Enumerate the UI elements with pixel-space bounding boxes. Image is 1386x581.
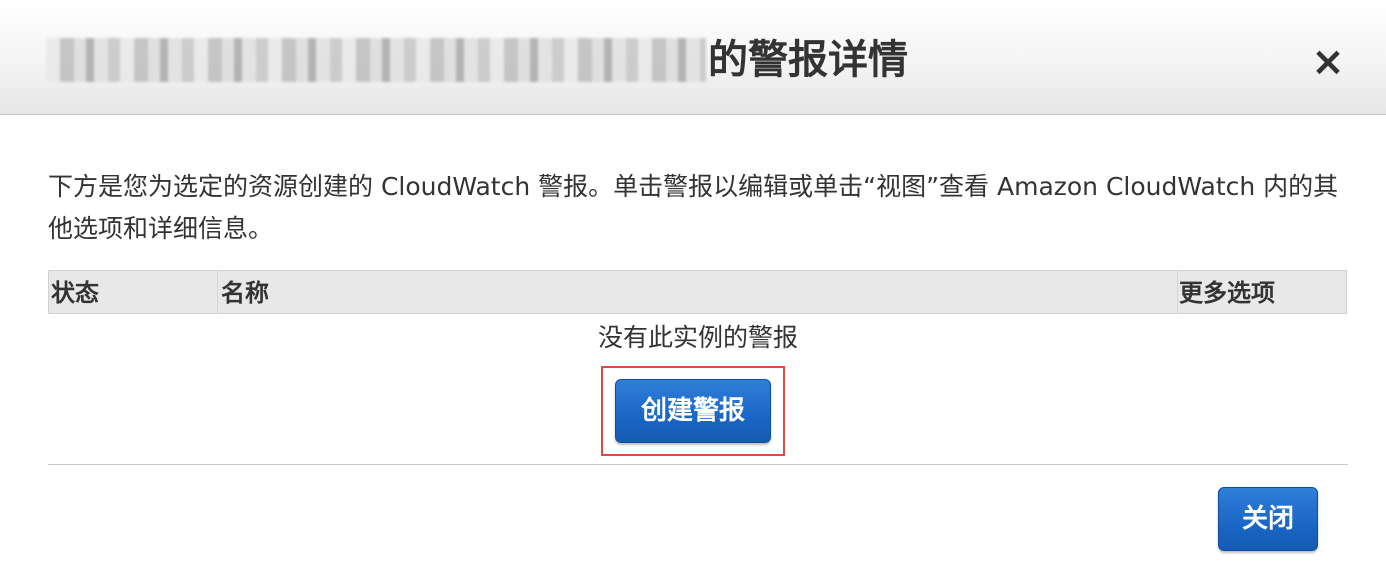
column-divider [217, 271, 218, 313]
dialog-description: 下方是您为选定的资源创建的 CloudWatch 警报。单击警报以编辑或单击“视… [48, 172, 1339, 243]
close-icon[interactable]: × [1306, 40, 1350, 84]
footer-divider [48, 464, 1348, 465]
dialog-title: 的警报详情 [708, 37, 908, 83]
dialog-header: 的警报详情 × [0, 0, 1386, 115]
column-more-options: 更多选项 [1179, 279, 1275, 307]
alarms-table-header: 状态 名称 更多选项 [48, 270, 1347, 314]
create-alarm-button[interactable]: 创建警报 [615, 379, 771, 443]
column-status[interactable]: 状态 [51, 271, 99, 313]
close-button[interactable]: 关闭 [1218, 487, 1318, 551]
empty-state-message: 没有此实例的警报 [597, 323, 798, 352]
alarm-details-dialog: 的警报详情 × 下方是您为选定的资源创建的 CloudWatch 警报。单击警报… [0, 0, 1386, 581]
redacted-resource-name [46, 38, 706, 82]
column-divider [1177, 271, 1178, 313]
column-name[interactable]: 名称 [221, 271, 269, 313]
